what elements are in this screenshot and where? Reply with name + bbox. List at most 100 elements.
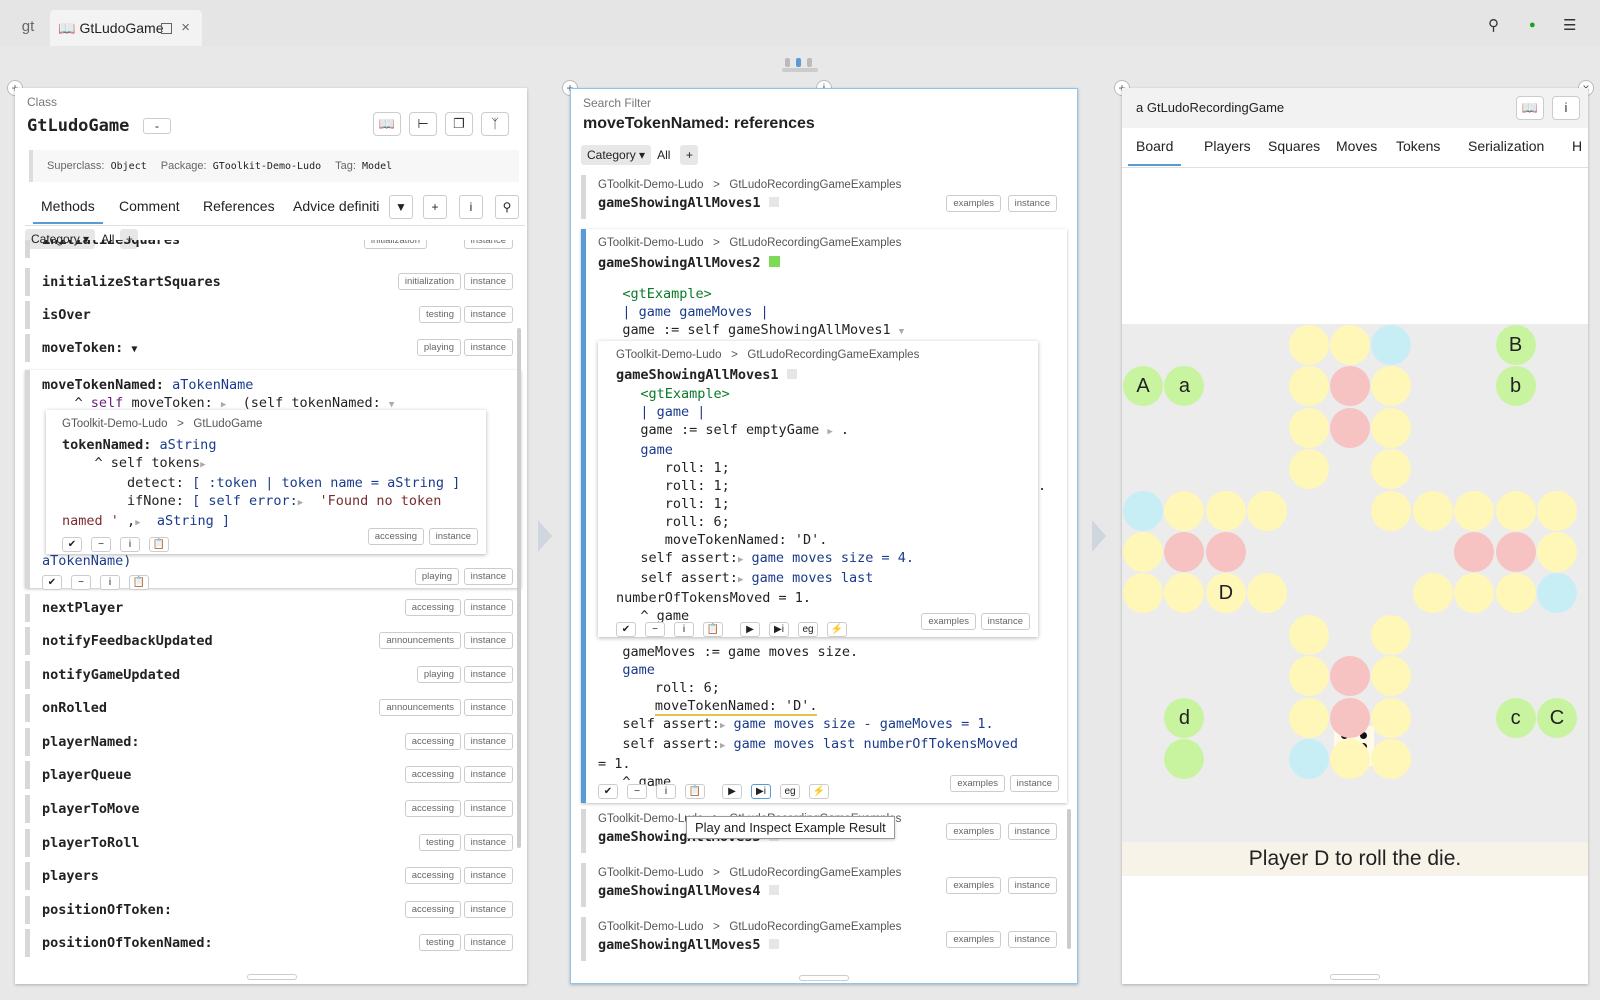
method-row[interactable]: playerNamed: accessing instance: [25, 728, 521, 756]
crumb-package[interactable]: GToolkit-Demo-Ludo: [62, 418, 167, 430]
example-source-bottom[interactable]: gameMoves := game moves size. game roll:…: [598, 643, 1018, 791]
inspect-icon[interactable]: i: [656, 784, 676, 799]
add-icon[interactable]: +: [423, 195, 447, 219]
maximize-icon[interactable]: [161, 23, 172, 34]
board-square[interactable]: [1164, 490, 1205, 531]
accept-icon[interactable]: ✔: [42, 575, 62, 590]
remove-icon[interactable]: −: [91, 537, 111, 552]
board-square[interactable]: [1537, 490, 1577, 531]
accept-icon[interactable]: ✔: [616, 622, 636, 637]
method-row[interactable]: initializeStartSquares initialization inst…: [25, 268, 521, 296]
close-icon[interactable]: ×: [181, 10, 190, 46]
tab-players[interactable]: Players: [1196, 138, 1259, 154]
accept-icon[interactable]: ✔: [62, 537, 82, 552]
crumb-package[interactable]: GToolkit-Demo-Ludo: [598, 179, 703, 191]
board-square[interactable]: [1164, 739, 1205, 779]
board-square[interactable]: [1371, 449, 1412, 490]
scrollbar[interactable]: [1067, 809, 1071, 949]
crumb-class[interactable]: GtLudoRecordingGameExamples: [729, 237, 901, 249]
board-square[interactable]: [1454, 573, 1495, 614]
board-square[interactable]: [1537, 573, 1577, 614]
method-row[interactable]: positionOfTokenNamed: testing instance: [25, 929, 521, 957]
method-row[interactable]: nextPlayer accessing instance: [25, 594, 521, 622]
scrollbar[interactable]: [517, 328, 521, 848]
superclass-value[interactable]: Object: [111, 161, 147, 172]
board-square[interactable]: [1330, 407, 1370, 448]
play-icon[interactable]: ▶: [722, 784, 742, 799]
remove-icon[interactable]: −: [71, 575, 91, 590]
inspect-icon[interactable]: i: [674, 622, 694, 637]
crumb-class[interactable]: GtLudoRecordingGameExamples: [747, 349, 919, 361]
method-row[interactable]: playerQueue accessing instance: [25, 761, 521, 789]
expand-triangle-icon[interactable]: ▶: [720, 741, 725, 751]
board-square[interactable]: [1371, 739, 1412, 779]
remove-icon[interactable]: −: [645, 622, 665, 637]
token-D[interactable]: D: [1205, 573, 1246, 614]
token-d[interactable]: d: [1164, 697, 1205, 738]
board-square[interactable]: [1454, 532, 1495, 572]
inspect-icon[interactable]: i: [100, 575, 120, 590]
resize-handle[interactable]: [247, 974, 297, 980]
board-square[interactable]: [1288, 614, 1329, 655]
tab-board[interactable]: Board: [1128, 138, 1182, 166]
tab-serialization[interactable]: Serialization: [1460, 138, 1552, 154]
crumb-class[interactable]: GtLudoRecordingGameExamples: [729, 867, 901, 879]
board-square[interactable]: [1330, 325, 1370, 365]
board-square[interactable]: [1288, 325, 1329, 365]
token-B[interactable]: B: [1495, 325, 1536, 365]
board-square[interactable]: [1288, 449, 1329, 490]
method-row[interactable]: notifyGameUpdated playing instance: [25, 661, 521, 689]
accept-icon[interactable]: ✔: [598, 784, 618, 799]
tab-advice[interactable]: Advice definiti: [285, 198, 379, 214]
example-source-top[interactable]: <gtExample> | game gameMoves | game := s…: [598, 285, 904, 341]
method-row[interactable]: players accessing instance: [25, 862, 521, 890]
expand-triangle-icon[interactable]: ▶: [298, 498, 303, 508]
board-square[interactable]: [1330, 656, 1370, 697]
info-icon[interactable]: i: [1552, 96, 1580, 120]
board-square[interactable]: [1288, 407, 1329, 448]
resize-handle[interactable]: [1330, 974, 1380, 980]
clipboard-icon[interactable]: 📋: [685, 784, 705, 799]
method-row[interactable]: notifyFeedbackUpdated announcements instan…: [25, 627, 521, 655]
token-C[interactable]: C: [1537, 697, 1577, 738]
expand-triangle-icon[interactable]: ▶: [200, 460, 205, 470]
board-square[interactable]: [1288, 366, 1329, 407]
expand-triangle-icon[interactable]: ▶: [827, 427, 832, 437]
board-square[interactable]: [1495, 490, 1536, 531]
resize-handle[interactable]: [799, 975, 849, 981]
collapse-button[interactable]: -: [143, 118, 171, 134]
embedded-source[interactable]: tokenNamed: aString ^ self tokens▶ detec…: [62, 436, 460, 532]
method-source[interactable]: moveTokenNamed: aTokenName ^ self moveTo…: [42, 376, 394, 414]
example-icon[interactable]: eg: [798, 622, 818, 637]
category-dropdown[interactable]: Category ▾: [581, 145, 652, 165]
tab-more[interactable]: H: [1564, 138, 1588, 154]
board-square[interactable]: [1495, 532, 1536, 572]
board-square[interactable]: [1205, 532, 1246, 572]
method-row[interactable]: playerToMove accessing instance: [25, 795, 521, 823]
board-square[interactable]: [1247, 573, 1288, 614]
token-c[interactable]: c: [1495, 697, 1536, 738]
filter-all[interactable]: All: [657, 145, 670, 165]
method-row[interactable]: onRolled announcements instance: [25, 694, 521, 722]
tab-squares[interactable]: Squares: [1260, 138, 1328, 154]
board-square[interactable]: [1371, 325, 1412, 365]
crumb-class[interactable]: GtLudoRecordingGameExamples: [729, 179, 901, 191]
board-square[interactable]: [1330, 366, 1370, 407]
board-square[interactable]: [1330, 739, 1370, 779]
board-square[interactable]: [1123, 532, 1163, 572]
crumb-package[interactable]: GToolkit-Demo-Ludo: [598, 867, 703, 879]
expand-triangle-icon[interactable]: ▶: [738, 555, 743, 565]
method-row[interactable]: isOver testing instance: [25, 301, 521, 329]
board-square[interactable]: [1288, 739, 1329, 779]
board-square[interactable]: [1537, 532, 1577, 572]
board-square[interactable]: [1412, 573, 1453, 614]
play-icon[interactable]: ▶: [740, 622, 760, 637]
board-square[interactable]: [1371, 697, 1412, 738]
board-square[interactable]: [1495, 573, 1536, 614]
tag-value[interactable]: Model: [362, 161, 392, 172]
board-square[interactable]: [1454, 490, 1495, 531]
board-square[interactable]: [1247, 490, 1288, 531]
example-icon[interactable]: eg: [780, 784, 800, 799]
browse-icon[interactable]: 📖: [1516, 96, 1544, 120]
lightning-icon[interactable]: ⚡: [809, 784, 829, 799]
